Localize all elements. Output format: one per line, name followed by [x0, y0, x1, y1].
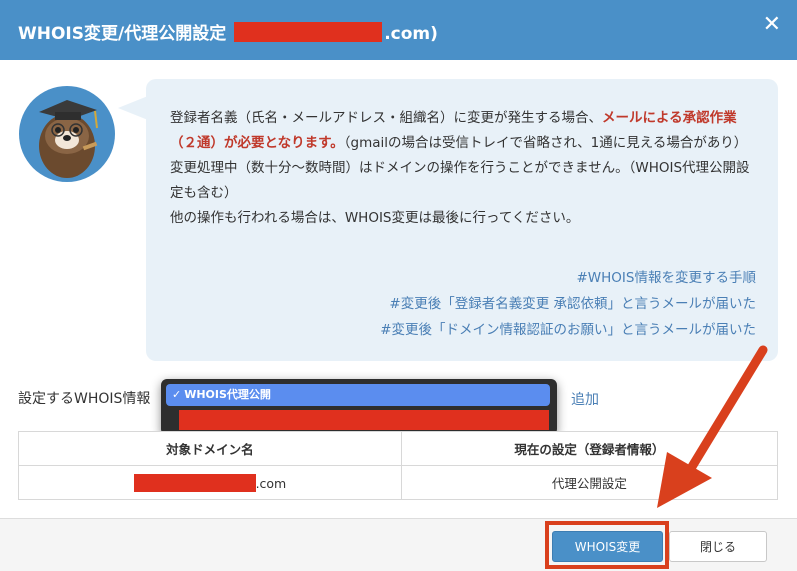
dropdown-option-label: WHOIS代理公開	[184, 388, 271, 401]
mascot-avatar	[17, 84, 117, 184]
dropdown-option-redacted[interactable]	[179, 410, 549, 430]
table-header-row: 対象ドメイン名 現在の設定（登録者情報）	[18, 431, 779, 466]
dialog-title-suffix: .com)	[384, 24, 438, 44]
close-button[interactable]: 閉じる	[669, 531, 767, 562]
help-links: #WHOIS情報を変更する手順 #変更後「登録者名義変更 承認依頼」と言うメール…	[380, 265, 756, 343]
dialog-title-text: WHOIS変更/代理公開設定	[18, 24, 227, 44]
add-link[interactable]: 追加	[571, 389, 599, 409]
help-link-approval-mail[interactable]: #変更後「登録者名義変更 承認依頼」と言うメールが届いた	[380, 291, 756, 317]
help-link-change-steps[interactable]: #WHOIS情報を変更する手順	[380, 265, 757, 291]
domain-cell: .com	[18, 465, 402, 500]
column-header-domain: 対象ドメイン名	[18, 431, 402, 466]
notice-message: 登録者名義（氏名・メールアドレス・組織名）に変更が発生する場合、メールによる承認…	[170, 106, 758, 231]
whois-setting-label: 設定するWHOIS情報	[18, 391, 151, 407]
notice-line1-note: （gmailの場合は受信トレイで省略され、1通に見える場合があり）	[343, 135, 748, 151]
whois-select-dropdown[interactable]: ✓ WHOIS代理公開	[161, 379, 557, 435]
notice-line3: 他の操作も行われる場合は、WHOIS変更は最後に行ってください。	[170, 210, 580, 226]
domain-suffix: .com	[255, 475, 287, 491]
setting-cell: 代理公開設定	[400, 465, 779, 500]
notice-line1-text: 登録者名義（氏名・メールアドレス・組織名）に変更が発生する場合、	[170, 110, 602, 126]
help-link-verification-mail[interactable]: #変更後「ドメイン情報認証のお願い」と言うメールが届いた	[380, 317, 756, 343]
whois-change-button[interactable]: WHOIS変更	[552, 531, 663, 562]
dialog-header: WHOIS変更/代理公開設定 .com) ✕	[0, 0, 797, 60]
speech-bubble-tail	[118, 96, 148, 120]
checkmark-icon: ✓	[172, 388, 182, 401]
dropdown-option-selected[interactable]: ✓ WHOIS代理公開	[166, 384, 550, 406]
dialog-title: WHOIS変更/代理公開設定 .com)	[18, 19, 438, 44]
redacted-domain	[133, 473, 256, 492]
notice-line2: 変更処理中（数十分〜数時間）はドメインの操作を行うことができません。（WHOIS…	[170, 160, 750, 201]
table-row: .com 代理公開設定	[18, 465, 779, 500]
domain-table: 対象ドメイン名 現在の設定（登録者情報） .com 代理公開設定	[18, 431, 779, 500]
redacted-domain	[234, 22, 383, 42]
column-header-setting: 現在の設定（登録者情報）	[400, 431, 779, 466]
close-icon[interactable]: ✕	[763, 14, 781, 36]
speech-bubble: 登録者名義（氏名・メールアドレス・組織名）に変更が発生する場合、メールによる承認…	[146, 79, 778, 361]
